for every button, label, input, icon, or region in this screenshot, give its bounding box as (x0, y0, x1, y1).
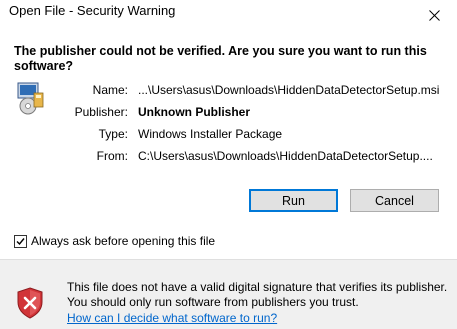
detail-label: Name: (92, 83, 128, 97)
detail-value: C:\Users\asus\Downloads\HiddenDataDetect… (138, 149, 433, 163)
detail-label: Type: (98, 127, 128, 141)
always-ask-label: Always ask before opening this file (31, 234, 216, 248)
detail-label: Publisher: (74, 105, 128, 119)
detail-value: Windows Installer Package (138, 127, 283, 141)
security-shield-icon (17, 287, 43, 319)
cancel-button[interactable]: Cancel (350, 189, 439, 212)
window-title: Open File - Security Warning (9, 3, 176, 18)
always-ask-checkbox[interactable] (14, 234, 27, 248)
detail-label: From: (96, 149, 128, 163)
warning-headline: The publisher could not be verified. Are… (14, 44, 427, 73)
close-button[interactable] (412, 0, 457, 30)
run-button[interactable]: Run (249, 189, 338, 212)
detail-value: ...\Users\asus\Downloads\HiddenDataDetec… (138, 83, 440, 97)
warning-footer: This file does not have a valid digital … (0, 259, 457, 329)
help-link[interactable]: How can I decide what software to run? (67, 311, 277, 325)
title-bar: Open File - Security Warning (0, 0, 457, 30)
checkmark-icon (16, 237, 25, 245)
close-icon (429, 9, 440, 21)
detail-value: Unknown Publisher (138, 105, 251, 119)
always-ask-row[interactable]: Always ask before opening this file (14, 234, 215, 248)
footer-message: This file does not have a valid digital … (67, 280, 448, 309)
